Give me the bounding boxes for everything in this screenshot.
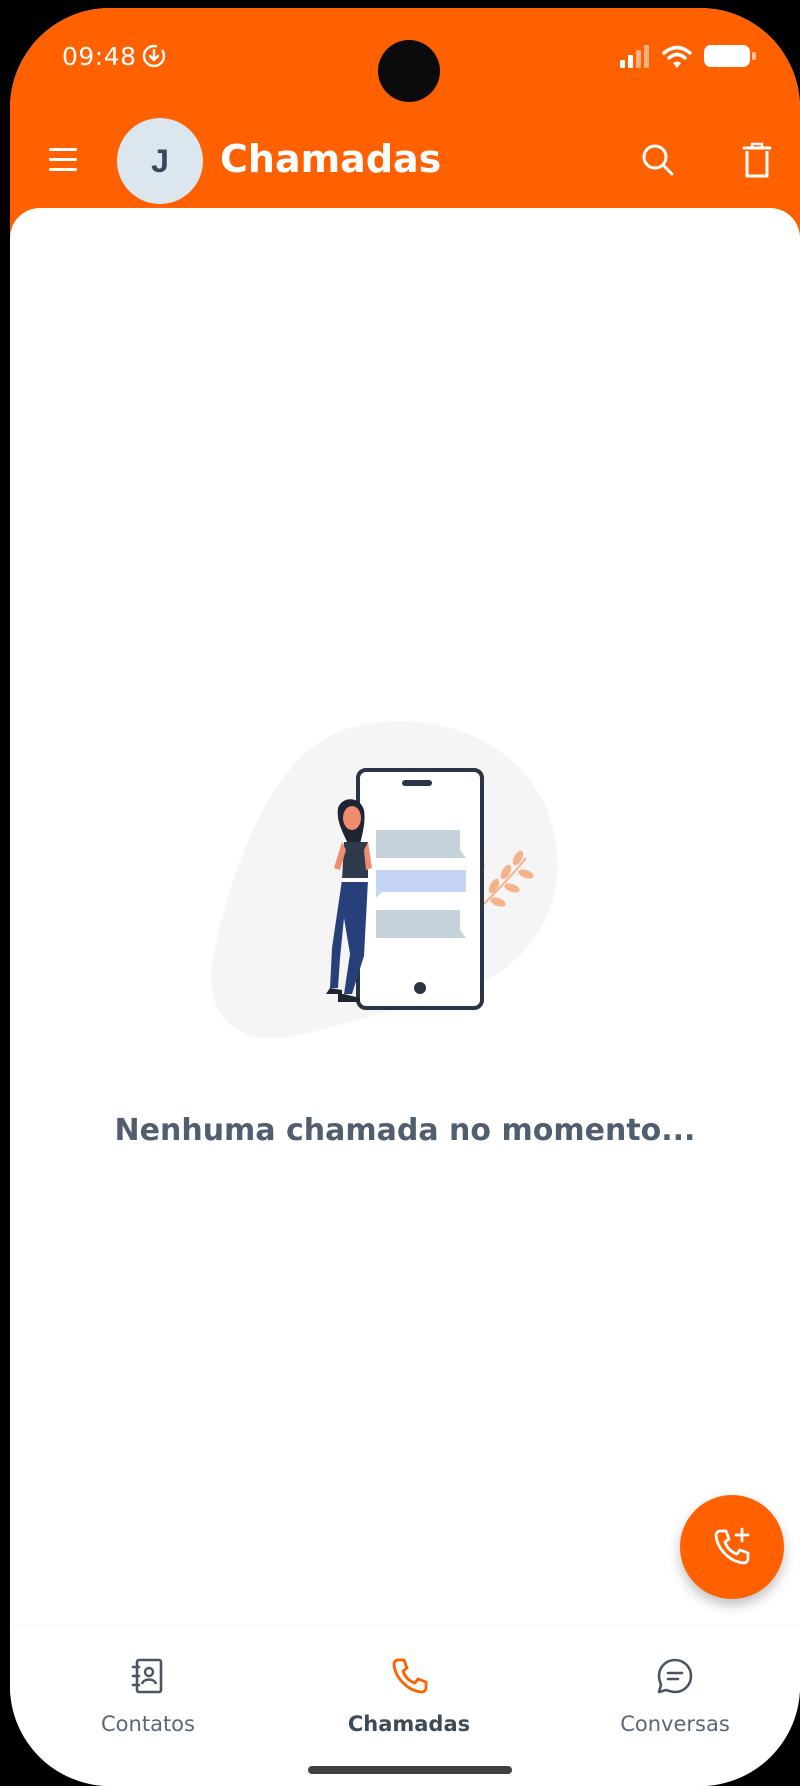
phone-screen: 09:48 J Chamadas Nenhuma chamada no mome… — [10, 8, 800, 1786]
home-indicator — [308, 1766, 512, 1774]
download-circle-icon — [142, 44, 166, 68]
empty-state-message: Nenhuma chamada no momento... — [114, 1113, 696, 1148]
avatar-initial: J — [151, 142, 169, 179]
status-bar: 09:48 — [10, 8, 800, 108]
bottom-navigation: Contatos Chamadas Conversas — [10, 1628, 800, 1786]
nav-item-conversas[interactable]: Conversas — [575, 1656, 775, 1756]
nav-label-chamadas: Chamadas — [347, 1712, 471, 1736]
signal-icon — [620, 45, 649, 68]
status-time: 09:48 — [62, 42, 137, 71]
new-call-button[interactable] — [680, 1495, 784, 1599]
battery-icon — [704, 45, 756, 67]
wifi-icon — [662, 45, 692, 68]
page-title: Chamadas — [220, 137, 442, 181]
chat-icon — [657, 1658, 693, 1694]
nav-item-contatos[interactable]: Contatos — [48, 1656, 248, 1756]
menu-icon[interactable] — [46, 145, 82, 175]
nav-item-chamadas[interactable]: Chamadas — [309, 1656, 509, 1756]
empty-state-illustration — [211, 721, 558, 1038]
nav-label-conversas: Conversas — [620, 1712, 730, 1736]
trash-icon[interactable] — [740, 139, 774, 181]
search-icon[interactable] — [638, 139, 678, 181]
phone-plus-icon — [714, 1527, 750, 1565]
app-bar: J Chamadas — [10, 113, 800, 213]
status-icons — [620, 45, 756, 68]
nav-label-contatos: Contatos — [101, 1712, 195, 1736]
contacts-book-icon — [131, 1658, 163, 1694]
phone-icon — [392, 1658, 428, 1694]
front-camera — [378, 40, 440, 102]
avatar[interactable]: J — [117, 118, 203, 204]
